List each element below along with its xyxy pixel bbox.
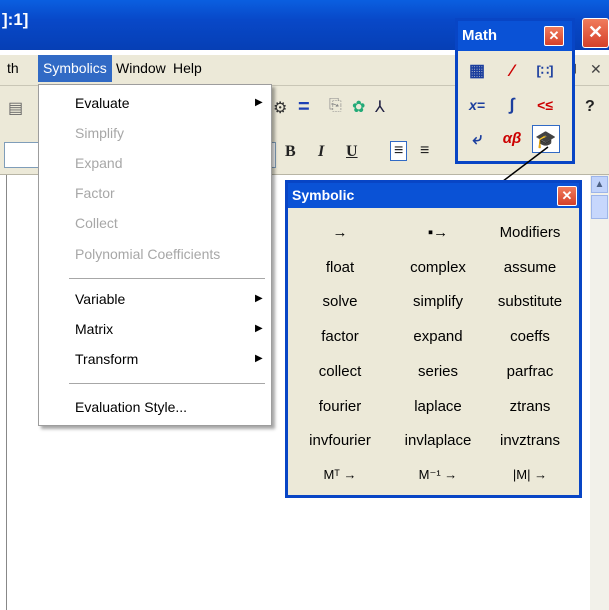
symbolic-collect-button[interactable]: collect	[296, 358, 384, 386]
symbolic-invfourier-button[interactable]: invfourier	[296, 427, 384, 455]
symbolic-palette-title: Symbolic	[292, 187, 355, 203]
symbolic-invlaplace-button[interactable]: invlaplace	[394, 427, 482, 455]
symbolic-determinant-button[interactable]: |M| →	[486, 461, 574, 489]
symbolic-parfrac-button[interactable]: parfrac	[486, 358, 574, 386]
symbolic-palette-close-button[interactable]: ✕	[557, 186, 577, 206]
symbolic-complex-button[interactable]: complex	[394, 254, 482, 282]
symbolic-inverse-button[interactable]: M⁻¹ →	[394, 461, 482, 489]
symbolic-assume-button[interactable]: assume	[486, 254, 574, 282]
symbolic-solve-button[interactable]: solve	[296, 288, 384, 316]
symbolic-float-button[interactable]: float	[296, 254, 384, 282]
close-icon: ✕	[561, 188, 573, 203]
symbolic-coeffs-button[interactable]: coeffs	[486, 323, 574, 351]
symbolic-transpose-button[interactable]: Mᵀ →	[296, 461, 384, 489]
symbolic-simplify-button[interactable]: simplify	[394, 288, 482, 316]
symbolic-invztrans-button[interactable]: invztrans	[486, 427, 574, 455]
symbolic-keyword-arrow-button[interactable]: ▪→	[394, 219, 482, 247]
symbolic-evaluate-arrow-button[interactable]: →	[296, 219, 384, 247]
symbolic-palette: Symbolic ✕ → ▪→ Modifiers float complex …	[285, 180, 582, 498]
symbolic-fourier-button[interactable]: fourier	[296, 393, 384, 421]
symbolic-laplace-button[interactable]: laplace	[394, 393, 482, 421]
symbolic-series-button[interactable]: series	[394, 358, 482, 386]
symbolic-substitute-button[interactable]: substitute	[486, 288, 574, 316]
symbolic-factor-button[interactable]: factor	[296, 323, 384, 351]
symbolic-palette-titlebar[interactable]: Symbolic	[288, 183, 579, 208]
symbolic-modifiers-button[interactable]: Modifiers	[486, 219, 574, 247]
symbolic-ztrans-button[interactable]: ztrans	[486, 393, 574, 421]
symbolic-expand-button[interactable]: expand	[394, 323, 482, 351]
